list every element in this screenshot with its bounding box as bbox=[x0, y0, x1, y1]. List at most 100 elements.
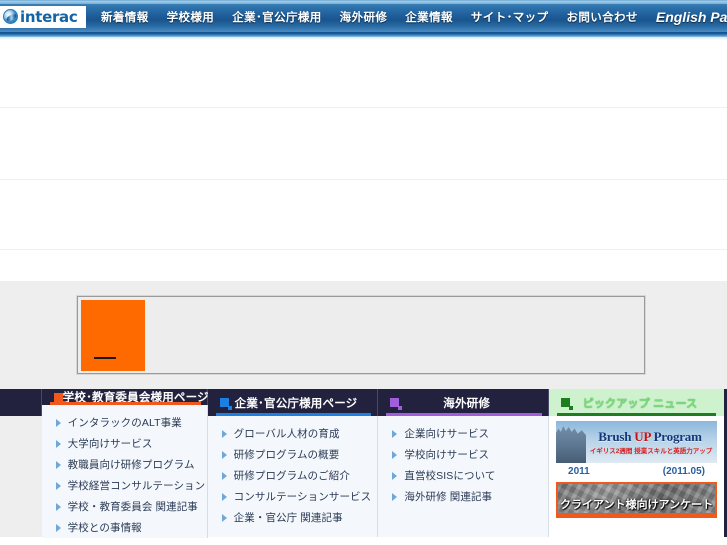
footer-column-pickup-news: ピックアップ ニュース Brush UP Program イギリス2週間 授業ス… bbox=[549, 389, 725, 537]
promo-year: 2011 bbox=[568, 466, 590, 477]
list-item[interactable]: 学校との事情報 bbox=[42, 517, 207, 538]
column-accent-bar bbox=[386, 413, 543, 416]
list-item[interactable]: 海外研修 関連記事 bbox=[378, 486, 548, 507]
arrow-bullet-icon bbox=[392, 429, 398, 438]
link-label: 研修プログラムのご紹介 bbox=[233, 470, 350, 482]
promo-date: (2011.05) bbox=[662, 466, 706, 477]
footer-link-columns: 学校･教育委員会様用ページ インタラックのALT事業 大学向けサービス 教職員向… bbox=[0, 389, 727, 538]
content-row-4 bbox=[0, 250, 727, 281]
link-label: 学校向けサービス bbox=[404, 449, 490, 461]
list-item[interactable]: 学校・教育委員会 関連記事 bbox=[42, 496, 207, 517]
banner-band bbox=[0, 281, 727, 389]
pickup-news-list: Brush UP Program イギリス2週間 授業スキルと英語力アップ 20… bbox=[549, 416, 725, 537]
nav-schools[interactable]: 学校様用 bbox=[158, 1, 224, 32]
nav-news[interactable]: 新着情報 bbox=[92, 1, 158, 32]
arrow-bullet-icon bbox=[55, 460, 61, 469]
list-item[interactable]: 教職員向け研修プログラム bbox=[42, 454, 207, 475]
link-label: 学校との事情報 bbox=[67, 522, 142, 534]
link-label: 企業・官公庁 関連記事 bbox=[233, 512, 343, 524]
column-title-corporate: 企業･官公庁様用ページ bbox=[234, 397, 358, 410]
link-label: 研修プログラムの概要 bbox=[233, 449, 340, 461]
list-item[interactable]: 企業向けサービス bbox=[378, 423, 548, 444]
arrow-bullet-icon bbox=[55, 523, 61, 532]
column-title-pickup-news: ピックアップ ニュース bbox=[582, 397, 698, 410]
promo-title-pre: Brush bbox=[598, 429, 635, 444]
link-label: 学校経営コンサルテーション bbox=[67, 480, 206, 492]
footer-column-corporate: 企業･官公庁様用ページ グローバル人材の育成 研修プログラムの概要 研修プログラ… bbox=[207, 389, 379, 537]
nav-item-list: 新着情報 学校様用 企業･官公庁様用 海外研修 企業情報 サイト･マップ お問い… bbox=[86, 1, 727, 32]
purple-square-icon bbox=[390, 398, 403, 410]
link-label: コンサルテーションサービス bbox=[233, 491, 372, 503]
arrow-bullet-icon bbox=[55, 481, 61, 490]
arrow-bullet-icon bbox=[392, 492, 398, 501]
arrow-bullet-icon bbox=[221, 492, 227, 501]
column-title-overseas: 海外研修 bbox=[443, 397, 491, 410]
footer-left-gutter bbox=[0, 389, 42, 537]
list-item[interactable]: 学校向けサービス bbox=[378, 444, 548, 465]
link-label: 大学向けサービス bbox=[67, 438, 153, 450]
survey-accent-bar bbox=[558, 513, 716, 516]
nav-corporate[interactable]: 企業･官公庁様用 bbox=[223, 1, 330, 32]
list-item[interactable]: 大学向けサービス bbox=[42, 433, 207, 454]
nav-company-info[interactable]: 企業情報 bbox=[396, 1, 462, 32]
arrow-bullet-icon bbox=[221, 429, 227, 438]
promo-title: Brush UP Program bbox=[586, 429, 714, 445]
link-list-schools: インタラックのALT事業 大学向けサービス 教職員向け研修プログラム 学校経営コ… bbox=[41, 405, 208, 538]
list-item[interactable]: 研修プログラムの概要 bbox=[208, 444, 378, 465]
logo-text: interac bbox=[20, 7, 78, 26]
castle-skyline-icon bbox=[556, 426, 587, 463]
column-accent-bar bbox=[49, 402, 201, 405]
main-banner-frame[interactable] bbox=[76, 295, 646, 375]
promo-brush-up-program[interactable]: Brush UP Program イギリス2週間 授業スキルと英語力アップ 20… bbox=[556, 421, 718, 477]
column-accent-bar bbox=[215, 413, 372, 416]
list-item[interactable]: 企業・官公庁 関連記事 bbox=[208, 507, 378, 528]
survey-label: クライアント様向けアンケート bbox=[559, 499, 714, 511]
column-header-overseas[interactable]: 海外研修 bbox=[378, 389, 550, 416]
link-label: 学校・教育委員会 関連記事 bbox=[67, 501, 198, 513]
promo-banner-image: Brush UP Program イギリス2週間 授業スキルと英語力アップ bbox=[556, 421, 718, 463]
arrow-bullet-icon bbox=[221, 471, 227, 480]
column-header-corporate[interactable]: 企業･官公庁様用ページ bbox=[207, 389, 379, 416]
promo-meta: 2011 (2011.05) bbox=[556, 463, 717, 477]
content-row-3 bbox=[0, 180, 727, 250]
green-square-icon bbox=[561, 398, 574, 410]
orange-square-icon bbox=[53, 392, 66, 405]
site-logo[interactable]: interac bbox=[0, 5, 86, 28]
column-accent-bar bbox=[557, 413, 717, 416]
arrow-bullet-icon bbox=[55, 439, 61, 448]
main-content-area bbox=[0, 40, 727, 281]
promo-title-post: Program bbox=[650, 429, 702, 444]
broken-image-placeholder-icon bbox=[81, 299, 145, 371]
nav-english-page[interactable]: English Page bbox=[647, 1, 727, 32]
link-label: インタラックのALT事業 bbox=[67, 417, 182, 429]
list-item[interactable]: 直営校SISについて bbox=[378, 465, 548, 486]
link-label: グローバル人材の育成 bbox=[233, 428, 340, 440]
arrow-bullet-icon bbox=[55, 502, 61, 511]
list-item[interactable]: 学校経営コンサルテーション bbox=[42, 475, 207, 496]
link-label: 企業向けサービス bbox=[404, 428, 490, 440]
footer-column-overseas: 海外研修 企業向けサービス 学校向けサービス 直営校SISについて 海外研修 関… bbox=[378, 389, 550, 537]
column-header-schools[interactable]: 学校･教育委員会様用ページ bbox=[41, 389, 209, 405]
list-item[interactable]: 研修プログラムのご紹介 bbox=[208, 465, 378, 486]
link-label: 海外研修 関連記事 bbox=[404, 491, 493, 503]
link-label: 教職員向け研修プログラム bbox=[67, 459, 195, 471]
blue-square-icon bbox=[219, 398, 232, 410]
arrow-bullet-icon bbox=[392, 450, 398, 459]
link-list-overseas: 企業向けサービス 学校向けサービス 直営校SISについて 海外研修 関連記事 bbox=[378, 416, 550, 537]
list-item[interactable]: グローバル人材の育成 bbox=[208, 423, 378, 444]
swirl-globe-icon bbox=[3, 9, 18, 24]
content-row-2 bbox=[0, 108, 727, 180]
column-header-pickup-news[interactable]: ピックアップ ニュース bbox=[549, 389, 725, 416]
list-item[interactable]: コンサルテーションサービス bbox=[208, 486, 378, 507]
link-label: 直営校SISについて bbox=[404, 470, 496, 482]
top-navigation-bar: interac 新着情報 学校様用 企業･官公庁様用 海外研修 企業情報 サイト… bbox=[0, 0, 727, 32]
link-list-corporate: グローバル人材の育成 研修プログラムの概要 研修プログラムのご紹介 コンサルテー… bbox=[207, 416, 379, 537]
arrow-bullet-icon bbox=[392, 471, 398, 480]
nav-sitemap[interactable]: サイト･マップ bbox=[462, 1, 558, 32]
nav-overseas-training[interactable]: 海外研修 bbox=[331, 1, 397, 32]
promo-client-survey[interactable]: クライアント様向けアンケート bbox=[556, 482, 718, 518]
nav-contact[interactable]: お問い合わせ bbox=[557, 1, 646, 32]
content-row-1 bbox=[0, 40, 727, 108]
list-item[interactable]: インタラックのALT事業 bbox=[42, 412, 207, 433]
arrow-bullet-icon bbox=[221, 450, 227, 459]
